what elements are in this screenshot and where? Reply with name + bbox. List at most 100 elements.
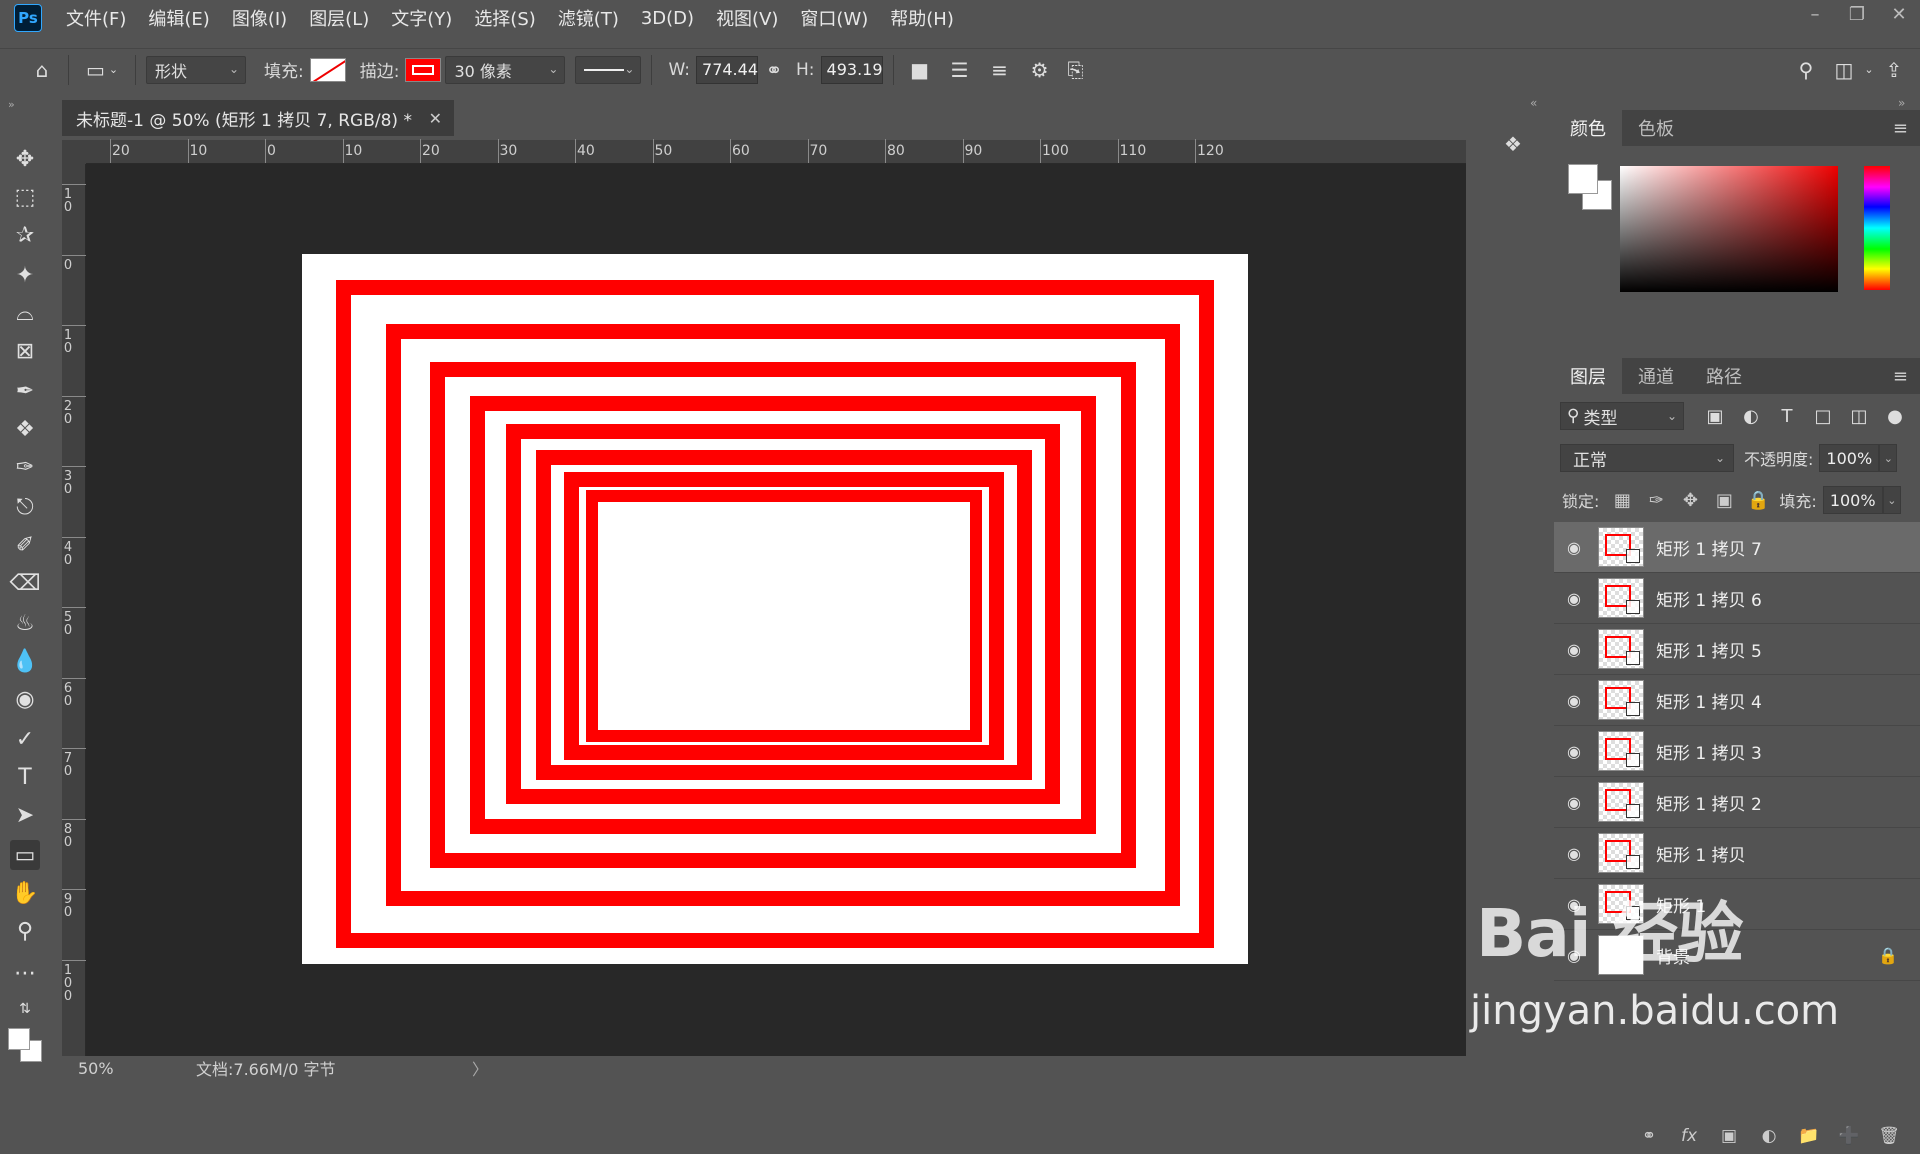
brush-tool-icon[interactable]: ✑: [10, 452, 40, 482]
filter-pixel-icon[interactable]: ▣: [1702, 406, 1728, 427]
color-saturation-field[interactable]: [1620, 166, 1838, 292]
expand-toolbar-icon[interactable]: »: [8, 98, 15, 111]
learn-panel-icon[interactable]: ❖: [1504, 132, 1530, 158]
filter-toggle-icon[interactable]: ●: [1882, 406, 1908, 427]
layer-row[interactable]: ◉ 矩形 1 拷贝 2: [1554, 777, 1920, 828]
workspace-icon[interactable]: ◫: [1828, 54, 1860, 86]
magic-wand-tool-icon[interactable]: ✦: [10, 260, 40, 290]
path-operations-icon[interactable]: ■: [904, 54, 936, 86]
document-tab[interactable]: 未标题-1 @ 50% (矩形 1 拷贝 7, RGB/8) * ✕: [62, 100, 454, 136]
pen-tool-icon[interactable]: ✓: [10, 724, 40, 754]
marquee-tool-icon[interactable]: ⬚: [10, 182, 40, 212]
menu-view[interactable]: 视图(V): [716, 5, 778, 31]
lock-artboard-icon[interactable]: ▣: [1713, 490, 1735, 511]
adjustment-layer-icon[interactable]: ◐: [1756, 1126, 1782, 1146]
gear-icon[interactable]: ⚙: [1024, 54, 1056, 86]
visibility-eye-icon[interactable]: ◉: [1554, 538, 1594, 557]
minimize-icon[interactable]: –: [1794, 0, 1836, 28]
close-tab-icon[interactable]: ✕: [429, 109, 442, 128]
height-input[interactable]: 493.19: [820, 55, 883, 84]
zoom-level[interactable]: 50%: [62, 1059, 134, 1078]
path-arrangement-icon[interactable]: ≡: [984, 54, 1016, 86]
layers-panel-menu-icon[interactable]: ≡: [1893, 366, 1908, 387]
color-panel-menu-icon[interactable]: ≡: [1893, 118, 1908, 139]
menu-edit[interactable]: 编辑(E): [148, 5, 209, 31]
layer-row[interactable]: ◉ 矩形 1 拷贝 6: [1554, 573, 1920, 624]
layer-row[interactable]: ◉ 矩形 1 拷贝 3: [1554, 726, 1920, 777]
search-icon[interactable]: ⚲: [1790, 54, 1822, 86]
swap-colors-icon[interactable]: ⇅: [10, 994, 40, 1024]
menu-file[interactable]: 文件(F): [66, 5, 126, 31]
eyedropper-tool-icon[interactable]: ✒: [10, 376, 40, 406]
layer-filter-kind-select[interactable]: ⚲ 类型 ⌄: [1560, 402, 1684, 430]
trash-icon[interactable]: 🗑: [1876, 1126, 1902, 1146]
more-tools-icon[interactable]: ⋯: [10, 958, 40, 988]
width-input[interactable]: 774.44: [696, 55, 759, 84]
layer-row[interactable]: ◉ 矩形 1 拷贝 5: [1554, 624, 1920, 675]
visibility-eye-icon[interactable]: ◉: [1554, 742, 1594, 761]
rectangle-tool-preset-icon[interactable]: ▭ ⌄: [79, 54, 125, 86]
lock-pixels-icon[interactable]: ✑: [1645, 490, 1667, 511]
tab-paths[interactable]: 路径: [1690, 358, 1758, 394]
visibility-eye-icon[interactable]: ◉: [1554, 844, 1594, 863]
fill-dropdown-icon[interactable]: ⌄: [1882, 486, 1901, 514]
lock-transparent-icon[interactable]: ▦: [1611, 490, 1633, 511]
layer-row[interactable]: ◉ 矩形 1 拷贝 7: [1554, 522, 1920, 573]
menu-help[interactable]: 帮助(H): [890, 5, 954, 31]
tab-color[interactable]: 颜色: [1554, 110, 1622, 146]
hand-tool-icon[interactable]: ✋: [10, 878, 40, 908]
zoom-tool-icon[interactable]: ⚲: [10, 916, 40, 946]
canvas-area[interactable]: [86, 164, 1466, 1056]
restore-icon[interactable]: ❐: [1836, 0, 1878, 28]
horizontal-ruler[interactable]: 20 10 0 10 20 30 40 50 60 70 80 90 100 110 120: [86, 139, 1466, 164]
color-panel-fg-bg[interactable]: [1568, 164, 1614, 212]
crop-tool-icon[interactable]: ⌓: [10, 298, 40, 328]
tab-channels[interactable]: 通道: [1622, 358, 1690, 394]
path-selection-tool-icon[interactable]: ➤: [10, 800, 40, 830]
layer-style-fx-icon[interactable]: fx: [1676, 1126, 1702, 1146]
rectangle-tool-icon[interactable]: ▭: [10, 840, 40, 870]
filter-smart-object-icon[interactable]: ◫: [1846, 406, 1872, 427]
hue-slider[interactable]: [1864, 166, 1890, 290]
opacity-input[interactable]: 100%: [1819, 444, 1880, 472]
history-brush-tool-icon[interactable]: ✐: [10, 530, 40, 560]
menu-type[interactable]: 文字(Y): [391, 5, 452, 31]
home-icon[interactable]: ⌂: [26, 54, 58, 86]
healing-brush-tool-icon[interactable]: ❖: [10, 414, 40, 444]
document-canvas[interactable]: [302, 254, 1248, 964]
rectangle-shape[interactable]: [586, 490, 982, 742]
tool-mode-select[interactable]: 形状 ⌄: [146, 55, 246, 84]
layer-row[interactable]: ◉ 矩形 1 拷贝: [1554, 828, 1920, 879]
eraser-tool-icon[interactable]: ⌫: [9, 568, 40, 598]
add-mask-icon[interactable]: ▣: [1716, 1126, 1742, 1146]
visibility-eye-icon[interactable]: ◉: [1554, 691, 1594, 710]
status-menu-arrow-icon[interactable]: 〉: [472, 1056, 488, 1080]
clone-stamp-tool-icon[interactable]: ⎋: [10, 492, 40, 522]
visibility-eye-icon[interactable]: ◉: [1554, 946, 1594, 965]
lock-position-icon[interactable]: ✥: [1679, 490, 1701, 511]
menu-3d[interactable]: 3D(D): [641, 8, 694, 29]
panel-foreground-swatch[interactable]: [1568, 164, 1598, 194]
new-group-icon[interactable]: 📁: [1796, 1126, 1822, 1146]
fill-swatch[interactable]: [309, 57, 346, 82]
menu-filter[interactable]: 滤镜(T): [558, 5, 619, 31]
menu-window[interactable]: 窗口(W): [800, 5, 868, 31]
collapse-dock-icon[interactable]: «: [1530, 96, 1537, 110]
align-edges-icon[interactable]: ⎘: [1060, 54, 1092, 86]
frame-tool-icon[interactable]: ⊠: [10, 336, 40, 366]
stroke-width-select[interactable]: 30 像素 ⌄: [445, 55, 566, 84]
type-tool-icon[interactable]: T: [10, 762, 40, 792]
visibility-eye-icon[interactable]: ◉: [1554, 640, 1594, 659]
vertical-ruler[interactable]: 1 0 0 1 0 2 0 3 0 4 0 5 0 6 0 7 0 8 0 9 0 1 0 0: [62, 164, 86, 1056]
paint-bucket-tool-icon[interactable]: ♨: [10, 608, 40, 638]
tab-swatches[interactable]: 色板: [1622, 110, 1690, 146]
lasso-tool-icon[interactable]: ✰: [10, 220, 40, 250]
stroke-type-select[interactable]: ⌄: [575, 55, 642, 84]
visibility-eye-icon[interactable]: ◉: [1554, 589, 1594, 608]
tab-layers[interactable]: 图层: [1554, 358, 1622, 394]
new-layer-icon[interactable]: ➕: [1836, 1126, 1862, 1146]
move-tool-icon[interactable]: ✥: [10, 144, 40, 174]
visibility-eye-icon[interactable]: ◉: [1554, 793, 1594, 812]
menu-image[interactable]: 图像(I): [232, 5, 287, 31]
stroke-swatch[interactable]: [405, 57, 442, 82]
